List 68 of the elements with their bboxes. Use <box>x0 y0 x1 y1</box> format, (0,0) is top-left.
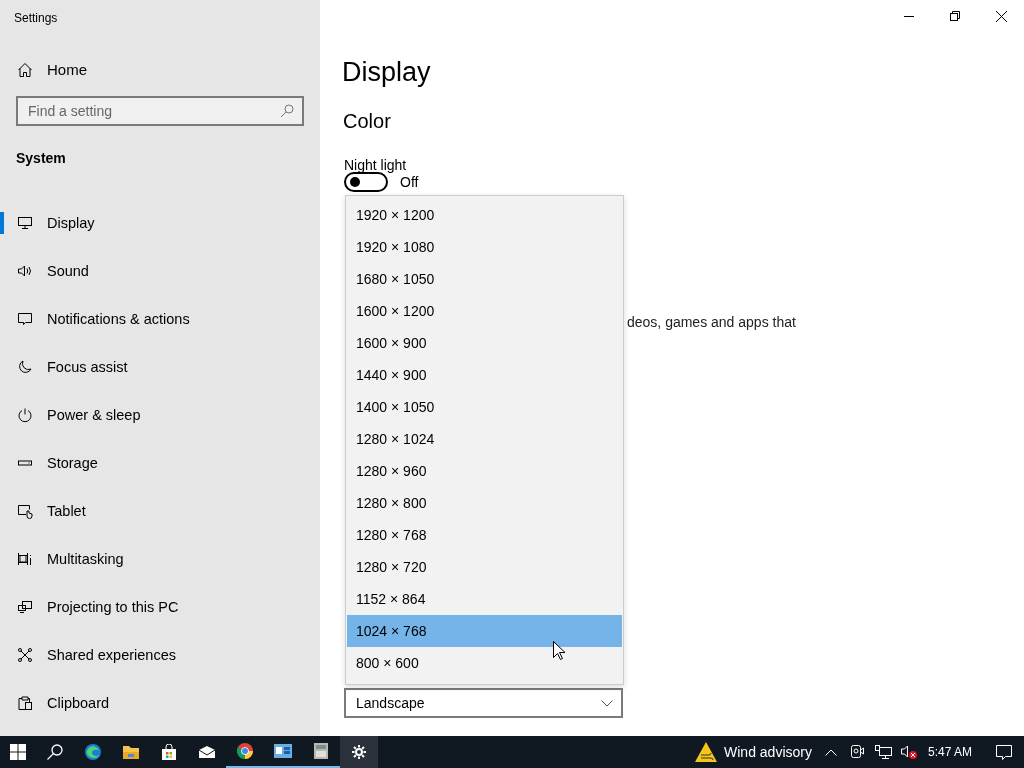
dropdown-option[interactable]: 1920 × 1080 <box>347 231 622 263</box>
dropdown-option[interactable]: 1440 × 900 <box>347 359 622 391</box>
dropdown-option[interactable]: 1400 × 1050 <box>347 391 622 423</box>
dropdown-option[interactable]: 1280 × 768 <box>347 519 622 551</box>
dropdown-option[interactable]: 1280 × 720 <box>347 551 622 583</box>
search-icon <box>46 743 64 761</box>
warning-icon <box>694 741 719 763</box>
dropdown-option[interactable]: 1600 × 1200 <box>347 295 622 327</box>
ring-logo-icon <box>236 742 254 760</box>
envelope-icon <box>198 745 216 759</box>
gear-icon <box>351 744 367 760</box>
shopping-bag-icon <box>161 743 177 761</box>
clipboard-icon <box>17 695 33 711</box>
multitask-icon <box>17 551 33 567</box>
sidebar-item[interactable]: Clipboard <box>0 679 320 727</box>
projector-icon <box>17 599 33 615</box>
clock[interactable]: 5:47 AM <box>921 736 984 768</box>
sidebar-item[interactable]: Display <box>0 199 320 247</box>
sidebar-item[interactable]: Storage <box>0 439 320 487</box>
speaker-icon <box>17 263 33 279</box>
sidebar-item[interactable]: Tablet <box>0 487 320 535</box>
wave-logo-icon <box>84 743 102 761</box>
power-icon <box>17 407 33 423</box>
orientation-dropdown[interactable]: Landscape <box>344 688 623 718</box>
document-window-icon <box>313 742 329 760</box>
dropdown-option[interactable]: 1600 × 900 <box>347 327 622 359</box>
sidebar-item[interactable]: Sound <box>0 247 320 295</box>
message-icon <box>17 311 33 327</box>
dropdown-option[interactable]: 1280 × 1024 <box>347 423 622 455</box>
dropdown-option[interactable]: 1280 × 960 <box>347 455 622 487</box>
windows-logo-icon <box>10 744 26 760</box>
sidebar-item[interactable]: Shared experiences <box>0 631 320 679</box>
search-icon <box>280 104 294 118</box>
sidebar-item[interactable]: Notifications & actions <box>0 295 320 343</box>
chevron-icon <box>601 699 613 707</box>
weather-widget[interactable]: Wind advisory <box>688 741 818 763</box>
sidebar-item[interactable]: Power & sleep <box>0 391 320 439</box>
search-input[interactable]: Find a setting <box>28 103 280 119</box>
dropdown-option[interactable]: 1680 × 1050 <box>347 263 622 295</box>
taskbar-app[interactable] <box>340 736 378 768</box>
tablet-icon <box>17 503 33 519</box>
search-field[interactable]: Find a setting <box>16 96 304 126</box>
home-icon <box>17 61 33 78</box>
window-title: Settings <box>13 10 59 27</box>
toggle-state: Off <box>400 174 419 190</box>
moon-icon <box>17 359 33 375</box>
nodes-icon <box>17 647 33 663</box>
dropdown-option[interactable]: 1152 × 864 <box>347 583 622 615</box>
home-link[interactable]: Home <box>17 61 87 78</box>
control-panel-icon <box>273 743 293 759</box>
page-title: Display <box>342 57 431 88</box>
sidebar-item[interactable]: Focus assist <box>0 343 320 391</box>
sidebar-item[interactable]: Projecting to this PC <box>0 583 320 631</box>
dropdown-option[interactable]: 1024 × 768 <box>347 615 622 647</box>
close-icon <box>995 10 1007 22</box>
restore-icon <box>950 11 960 21</box>
section-heading: System <box>16 150 66 166</box>
description-text: deos, games and apps that <box>627 314 796 330</box>
folder-icon <box>122 744 140 760</box>
dropdown-option[interactable]: 1280 × 800 <box>347 487 622 519</box>
setting-label: Night light <box>344 157 407 173</box>
toggle-switch[interactable] <box>344 172 388 192</box>
mouse-pointer-icon <box>553 641 565 660</box>
dropdown-option[interactable]: 800 × 600 <box>347 647 622 679</box>
sidebar-item[interactable]: Multitasking <box>0 535 320 583</box>
section-heading: Color <box>343 110 391 133</box>
monitor-icon <box>17 215 33 231</box>
dropdown-option[interactable]: 1920 × 1200 <box>347 199 622 231</box>
